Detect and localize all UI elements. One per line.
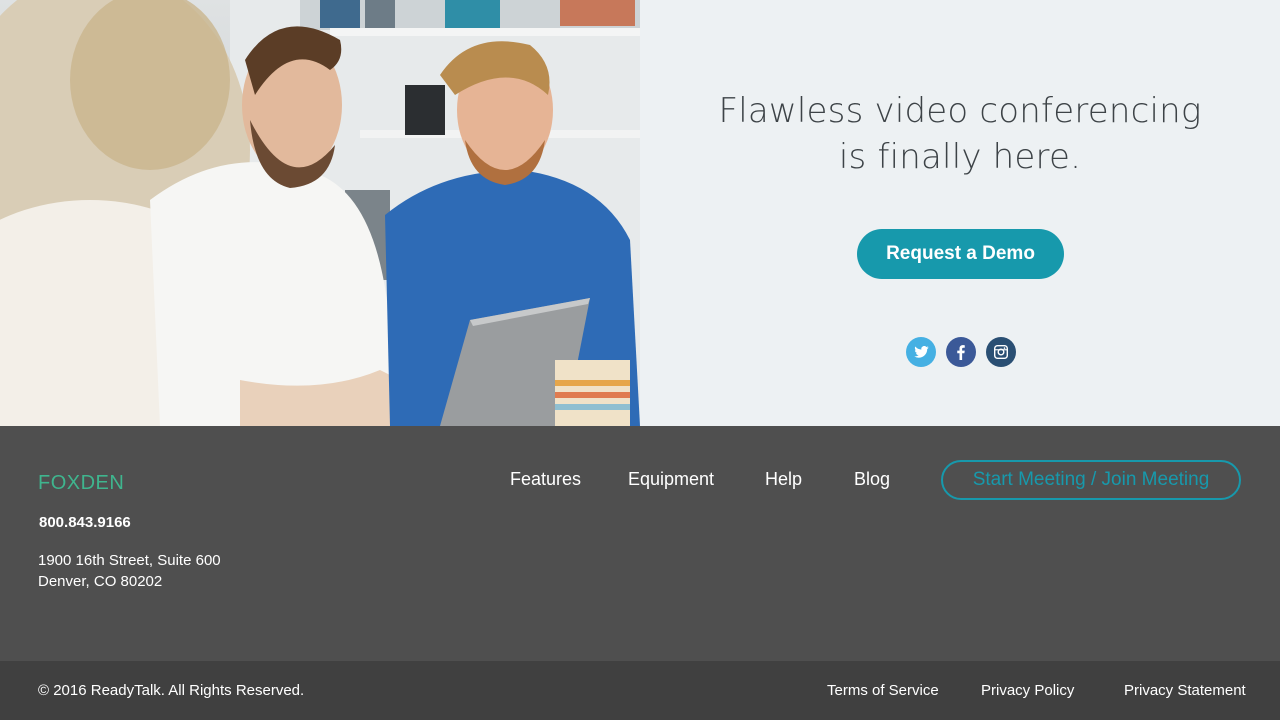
- headline-line-1: Flawless video conferencing: [718, 91, 1202, 131]
- headline-line-2: is finally here.: [838, 137, 1082, 177]
- meeting-photo-illustration: [0, 0, 640, 426]
- footer: FOXDEN 800.843.9166 1900 16th Street, Su…: [0, 426, 1280, 661]
- phone-number: 800.843.9166: [39, 514, 131, 531]
- hero-headline: Flawless video conferencing is finally h…: [640, 88, 1280, 180]
- hero: Flawless video conferencing is finally h…: [0, 0, 1280, 426]
- terms-of-service-link[interactable]: Terms of Service: [827, 682, 939, 699]
- hero-photo: [0, 0, 640, 426]
- brand-logo[interactable]: FOXDEN: [38, 472, 124, 495]
- nav-features[interactable]: Features: [510, 469, 581, 490]
- nav-help[interactable]: Help: [765, 469, 802, 490]
- privacy-statement-link[interactable]: Privacy Statement: [1124, 682, 1246, 699]
- twitter-icon[interactable]: [906, 337, 936, 367]
- privacy-policy-link[interactable]: Privacy Policy: [981, 682, 1074, 699]
- nav-blog[interactable]: Blog: [854, 469, 890, 490]
- request-demo-button[interactable]: Request a Demo: [857, 229, 1064, 279]
- nav-equipment[interactable]: Equipment: [628, 469, 714, 490]
- start-join-meeting-button[interactable]: Start Meeting / Join Meeting: [941, 460, 1241, 500]
- social-links: [906, 337, 1016, 367]
- facebook-icon[interactable]: [946, 337, 976, 367]
- copyright: © 2016 ReadyTalk. All Rights Reserved.: [38, 682, 305, 699]
- address-line-2: Denver, CO 80202: [38, 573, 163, 590]
- instagram-icon[interactable]: [986, 337, 1016, 367]
- footer-bottom-bar: © 2016 ReadyTalk. All Rights Reserved. T…: [0, 661, 1280, 720]
- address-line-1: 1900 16th Street, Suite 600: [38, 552, 221, 569]
- hero-panel: Flawless video conferencing is finally h…: [640, 0, 1280, 426]
